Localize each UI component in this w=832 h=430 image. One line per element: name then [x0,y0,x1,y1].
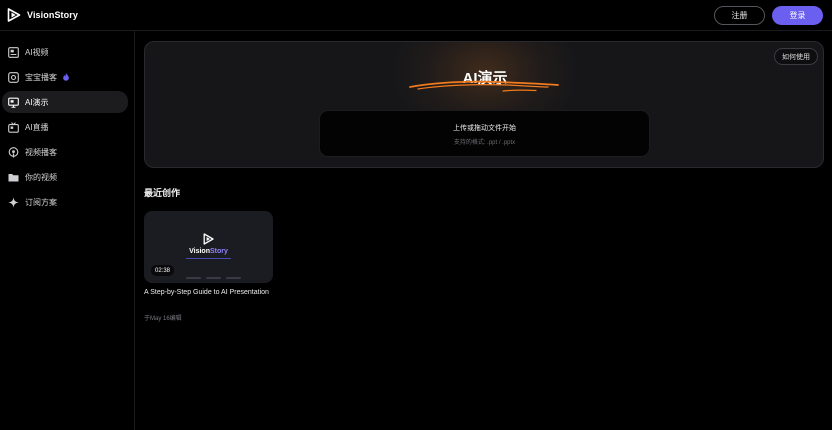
video-edited-date: 于May 16编辑 [144,316,182,322]
sidebar-item-label: 宝宝播客 [25,72,57,82]
thumbnail-tagline [186,258,231,259]
sidebar-item-subscription[interactable]: 订阅方案 [2,191,128,213]
login-button[interactable]: 登录 [772,6,823,25]
sidebar-item-label: 订阅方案 [25,197,57,207]
sidebar-item-label: AI演示 [25,97,49,107]
video-thumbnail[interactable]: VisionStory 02:38 [144,211,273,283]
logo-icon [7,8,21,22]
sidebar-item-label: AI视频 [25,47,49,57]
app-logo[interactable]: VisionStory [7,8,78,22]
supported-formats: 支持的格式: .ppt / .pptx [453,140,516,146]
upload-prompt: 上传或拖动文件开始 [453,125,516,132]
top-bar: VisionStory 注册 登录 [0,0,832,31]
register-button[interactable]: 注册 [714,6,765,25]
sidebar-item-ai-live[interactable]: AI直播 [2,116,128,138]
presentation-icon [8,97,19,108]
sidebar-item-video-podcast[interactable]: 视频播客 [2,141,128,163]
ai-presentation-panel: 如何使用 AI演示 上传或拖动文件开始 支持的格式: .ppt / .pptx [144,41,824,168]
logo-icon [203,233,214,245]
flame-icon [63,73,69,81]
sidebar-item-baby-podcast[interactable]: 宝宝播客 [2,66,128,88]
app-name: VisionStory [27,10,78,20]
sidebar-item-ai-presentation[interactable]: AI演示 [2,91,128,113]
video-title[interactable]: A Step-by-Step Guide to AI Presentation [144,288,274,298]
file-upload-dropzone[interactable]: 上传或拖动文件开始 支持的格式: .ppt / .pptx [319,110,650,157]
duration-badge: 02:38 [151,265,175,276]
thumbnail-progress-dots [186,277,241,279]
thumbnail-brand: VisionStory [189,248,228,255]
baby-podcast-icon [8,71,19,83]
video-frame-icon [8,46,19,58]
scribble-underline [409,80,559,92]
sidebar-item-your-videos[interactable]: 你的视频 [2,166,128,188]
podcast-icon [8,146,19,158]
tv-icon [8,121,19,133]
sidebar-item-label: AI直播 [25,122,49,132]
folder-icon [8,172,19,183]
sparkle-icon [8,196,19,208]
sidebar-item-ai-video[interactable]: AI视频 [2,41,128,63]
how-to-use-button[interactable]: 如何使用 [774,48,818,65]
sidebar-item-label: 视频播客 [25,147,57,157]
recent-section-title: 最近创作 [144,188,181,198]
sidebar-item-label: 你的视频 [25,172,57,182]
sidebar: AI视频 宝宝播客 AI演示 AI直播 视频播客 你的视频 订阅方案 [0,31,135,430]
